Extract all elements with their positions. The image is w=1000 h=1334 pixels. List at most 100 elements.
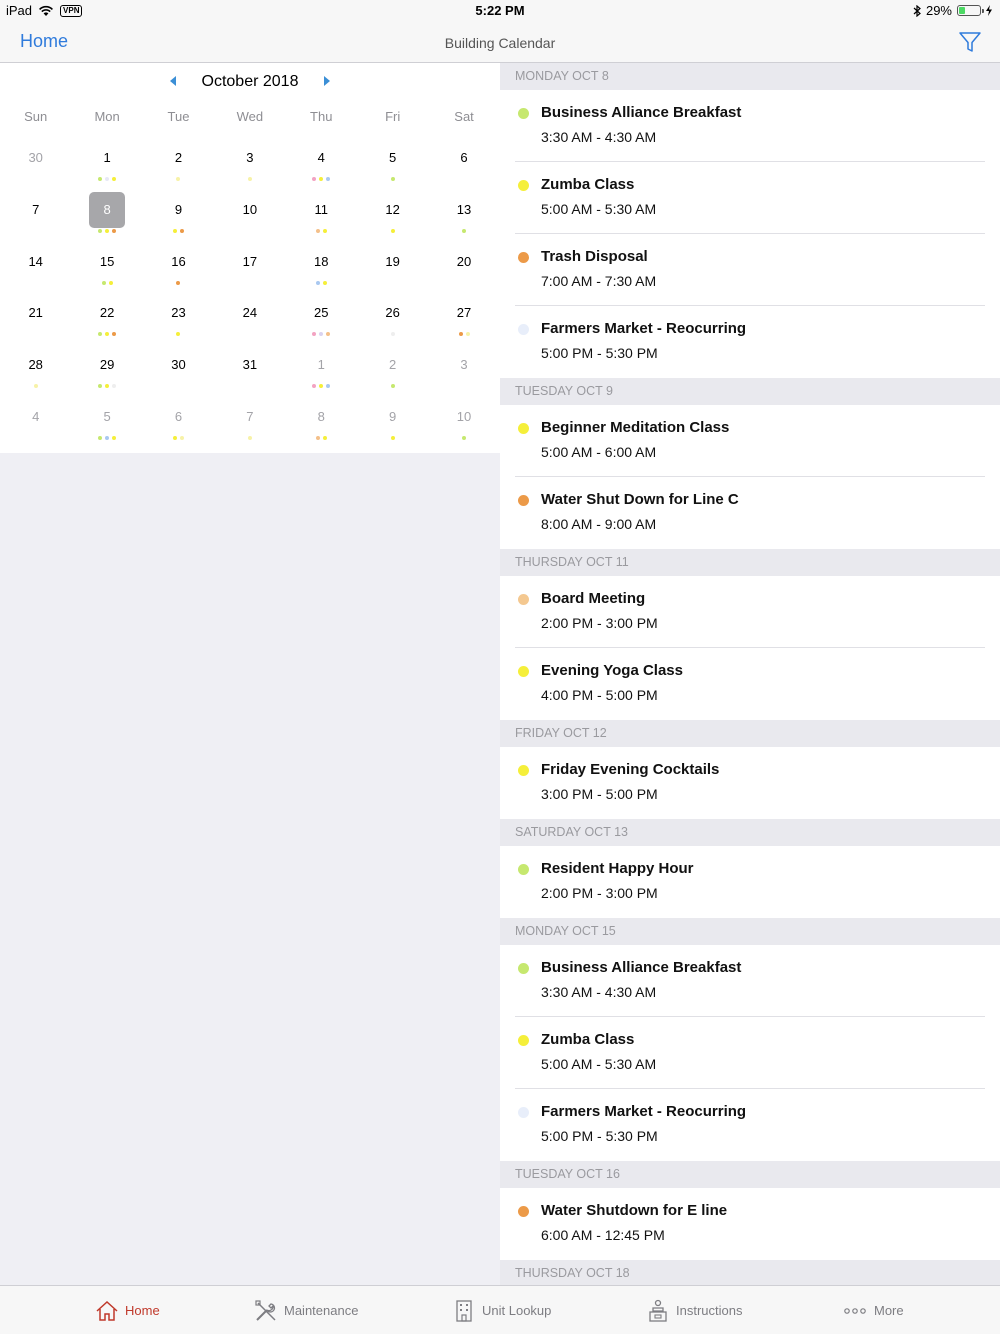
event-time: 5:00 AM - 5:30 AM [541,201,657,217]
calendar-day[interactable]: 20 [428,244,499,296]
day-number: 23 [171,305,186,321]
calendar-week-row: 7 8 9 10 11 12 13 [0,191,500,244]
calendar-day[interactable]: 26 [357,295,428,347]
event-color-dot [518,108,529,119]
calendar-day[interactable]: 2 [357,347,428,399]
calendar-day-selected[interactable]: 8 [71,191,142,244]
calendar-day[interactable]: 30 [143,347,214,399]
calendar-day[interactable]: 3 [214,140,285,192]
calendar-day[interactable]: 30 [0,140,71,192]
event-dot [98,332,103,337]
tab-unit-lookup[interactable]: Unit Lookup [452,1286,551,1334]
tab-instructions[interactable]: Instructions [646,1286,742,1334]
day-number: 7 [246,408,254,424]
calendar-day[interactable]: 22 [71,295,142,347]
event-row[interactable]: Resident Happy Hour 2:00 PM - 3:00 PM [500,846,1000,918]
calendar-day[interactable]: 6 [428,140,499,192]
calendar-day[interactable]: 4 [286,140,357,192]
calendar-day[interactable]: 9 [357,399,428,451]
calendar-day[interactable]: 23 [143,295,214,347]
event-dot [105,332,110,337]
filter-icon[interactable] [958,30,982,54]
tab-home[interactable]: Home [95,1286,160,1334]
day-number: 8 [89,191,126,228]
calendar-day[interactable]: 1 [71,140,142,192]
calendar-day[interactable]: 6 [143,399,214,451]
calendar-day[interactable]: 3 [428,347,499,399]
event-row[interactable]: Evening Yoga Class 4:00 PM - 5:00 PM [500,648,1000,720]
day-number: 31 [242,357,258,373]
event-dot [179,228,184,233]
event-row[interactable]: Beginner Meditation Class 5:00 AM - 6:00 … [500,405,1000,477]
calendar-day[interactable]: 28 [0,347,71,399]
calendar-day[interactable]: 10 [214,192,285,244]
event-dot [247,177,252,181]
calendar-day[interactable]: 14 [0,244,71,296]
event-list[interactable]: MONDAY OCT 8 Business Alliance Breakfast 3… [500,63,1000,1285]
event-title: Farmers Market - Reocurring [541,1103,747,1120]
event-dot [247,435,252,440]
calendar-day[interactable]: 24 [214,295,285,347]
day-number: 20 [456,253,472,269]
tab-maintenance[interactable]: Maintenance [254,1286,358,1334]
event-color-dot [518,495,529,506]
tab-unit-lookup-label: Unit Lookup [482,1303,552,1318]
event-row[interactable]: Zumba Class 5:00 AM - 5:30 AM [500,1017,1000,1089]
event-dot [319,177,324,181]
event-dots [357,384,428,390]
next-month-icon[interactable] [324,76,330,86]
calendar-day[interactable]: 9 [143,192,214,244]
calendar-day[interactable]: 5 [71,399,142,451]
day-number: 8 [317,408,325,424]
calendar-day[interactable]: 7 [214,399,285,451]
calendar-day[interactable]: 13 [428,192,499,244]
calendar-day[interactable]: 8 [286,399,357,451]
calendar-day[interactable]: 5 [357,140,428,192]
calendar-day[interactable]: 16 [143,244,214,296]
calendar-day[interactable]: 1 [286,347,357,399]
calendar-day[interactable]: 27 [428,295,499,347]
event-dot [326,332,331,337]
event-row[interactable]: Friday Evening Cocktails 3:00 PM - 5:00 P… [500,747,1000,819]
event-time: 3:30 AM - 4:30 AM [541,984,657,1000]
event-row[interactable]: Farmers Market - Reocurring 5:00 PM - 5:3… [500,1089,1000,1161]
calendar-header: October 2018 [0,63,500,101]
calendar-day[interactable]: 4 [0,399,71,451]
event-time: 5:00 PM - 5:30 PM [541,1128,658,1144]
event-row[interactable]: Trash Disposal 7:00 AM - 7:30 AM [500,234,1000,306]
calendar-day[interactable]: 17 [214,244,285,296]
day-number: 5 [103,408,111,424]
day-number: 6 [174,408,183,424]
calendar-day[interactable]: 19 [357,244,428,296]
calendar-day[interactable]: 10 [428,399,499,451]
battery-percent: 29% [925,3,952,18]
calendar-day[interactable]: 31 [214,347,285,399]
event-row[interactable]: Business Alliance Breakfast 3:30 AM - 4:3… [500,90,1000,162]
event-dot [176,332,181,337]
day-number: 7 [32,201,40,217]
event-dot [33,384,38,389]
event-dots [286,435,357,442]
event-row[interactable]: Farmers Market - Reocurring 5:00 PM - 5:3… [500,306,1000,378]
date-section-header: THURSDAY OCT 18 [500,1260,1000,1285]
calendar-day[interactable]: 25 [286,295,357,347]
calendar-day[interactable]: 7 [0,192,71,244]
event-row[interactable]: Water Shutdown for E line 6:00 AM - 12:45… [500,1188,1000,1260]
event-dot [112,177,117,181]
event-row[interactable]: Board Meeting 2:00 PM - 3:00 PM [500,576,1000,648]
calendar-day[interactable]: 21 [0,295,71,347]
tab-more[interactable]: More [842,1286,904,1334]
calendar-day[interactable]: 2 [143,140,214,192]
calendar-day[interactable]: 12 [357,192,428,244]
event-row[interactable]: Water Shut Down for Line C 8:00 AM - 9:00… [500,477,1000,549]
event-row[interactable]: Business Alliance Breakfast 3:30 AM - 4:3… [500,945,1000,1017]
calendar-day[interactable]: 18 [286,244,357,296]
calendar-day[interactable]: 29 [71,347,142,399]
calendar-week-row: 28 29 30 31 1 2 3 [0,347,500,399]
event-row[interactable]: Zumba Class 5:00 AM - 5:30 AM [500,162,1000,234]
calendar-day[interactable]: 15 [71,244,142,296]
calendar-week-row: 4 5 6 7 8 9 10 [0,399,500,451]
calendar-day[interactable]: 11 [286,192,357,244]
event-dot [319,332,324,337]
previous-month-icon[interactable] [170,76,176,86]
